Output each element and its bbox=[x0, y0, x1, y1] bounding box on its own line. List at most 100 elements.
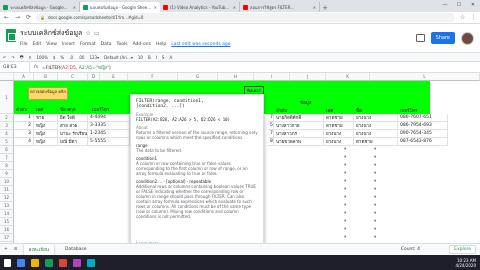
toolbar-item[interactable]: .00 bbox=[78, 55, 84, 60]
dropdown-arrow-icon[interactable]: ▾ bbox=[344, 155, 346, 160]
browser-tab[interactable]: ระบบเคลิกซ์ส่งข้อมูล - Google... ✕ bbox=[0, 2, 80, 12]
dropdown-arrow-icon[interactable]: ▾ bbox=[344, 203, 346, 208]
new-tab-icon[interactable]: + bbox=[320, 4, 330, 12]
dropdown-arrow-icon[interactable]: ▾ bbox=[374, 187, 376, 192]
column-header[interactable]: K bbox=[326, 73, 370, 81]
table-cell[interactable]: 5-5555 bbox=[88, 138, 130, 146]
menu-dots-icon[interactable]: ⋮ bbox=[470, 14, 477, 21]
dropdown-arrow-icon[interactable]: ▾ bbox=[374, 235, 376, 240]
close-icon[interactable]: ✕ bbox=[466, 0, 480, 10]
all-sheets-button[interactable]: ≡ bbox=[14, 247, 18, 252]
toolbar-item[interactable]: ⚲ bbox=[29, 55, 32, 60]
toolbar-item[interactable]: 100% bbox=[36, 55, 47, 60]
column-header[interactable]: A bbox=[14, 73, 34, 81]
toolbar-item[interactable]: 123▾ bbox=[89, 55, 99, 60]
table-cell[interactable]: 087-6543-876 bbox=[398, 138, 448, 146]
toolbar-item[interactable]: .0 bbox=[69, 55, 73, 60]
table-cell[interactable]: ยางนาง bbox=[324, 130, 354, 138]
share-button[interactable]: Share bbox=[430, 32, 455, 44]
star-icon[interactable]: ☆ bbox=[85, 30, 90, 37]
bookmark-star-icon[interactable]: ☆ bbox=[459, 14, 466, 21]
row-header[interactable]: 15 bbox=[0, 218, 14, 226]
dropdown-arrow-icon[interactable]: ▾ bbox=[374, 227, 376, 232]
table-cell[interactable]: มณี มีตา bbox=[58, 138, 88, 146]
dropdown-arrow-icon[interactable]: ▾ bbox=[344, 187, 346, 192]
sheets-logo-icon[interactable] bbox=[6, 29, 16, 42]
forward-icon[interactable]: → bbox=[14, 14, 21, 21]
dropdown-arrow-icon[interactable]: ▾ bbox=[344, 235, 346, 240]
column-header[interactable]: L bbox=[370, 73, 480, 81]
tab-close-icon[interactable]: ✕ bbox=[233, 5, 236, 10]
table-cell[interactable]: ยางนาง bbox=[354, 114, 398, 122]
add-sheet-button[interactable]: + bbox=[4, 247, 8, 252]
dropdown-arrow-icon[interactable]: ▾ bbox=[374, 147, 376, 152]
name-box[interactable]: G8:E3 bbox=[0, 61, 30, 73]
toolbar-item[interactable]: 10 bbox=[138, 55, 143, 60]
table-cell[interactable]: 090-7654-345 bbox=[398, 130, 448, 138]
dropdown-arrow-icon[interactable]: ▾ bbox=[344, 163, 346, 168]
taskbar-app-icon[interactable] bbox=[59, 258, 67, 267]
browser-tab[interactable]: สอนการใช้สูตร FILTER... ✕ bbox=[240, 2, 320, 12]
last-edit-link[interactable]: Last edit was seconds ago bbox=[171, 42, 230, 47]
column-header[interactable]: F bbox=[128, 73, 178, 81]
back-icon[interactable]: ← bbox=[3, 14, 10, 21]
dropdown-arrow-icon[interactable]: ▾ bbox=[344, 179, 346, 184]
toolbar-item[interactable]: Default (Ari...▾ bbox=[104, 55, 133, 60]
table-cell[interactable]: ยางนาง bbox=[354, 130, 398, 138]
row-header[interactable]: 3 bbox=[0, 122, 14, 130]
column-header[interactable]: D bbox=[88, 73, 100, 81]
table-cell[interactable]: หญิง bbox=[34, 130, 58, 138]
toolbar-item[interactable]: 🖶 bbox=[20, 54, 24, 61]
menu-format[interactable]: Format bbox=[80, 42, 96, 47]
dropdown-arrow-icon[interactable]: ▾ bbox=[374, 203, 376, 208]
minimize-icon[interactable]: — bbox=[438, 0, 452, 10]
table-cell[interactable]: หญิง bbox=[34, 122, 58, 130]
row-header[interactable]: 2 bbox=[0, 114, 14, 122]
table-cell[interactable]: หญิง bbox=[34, 138, 58, 146]
column-header[interactable]: G bbox=[178, 73, 218, 81]
url-input[interactable]: 🔒 docs.google.com/spreadsheets/d/1Ym...#… bbox=[36, 13, 455, 22]
menu-help[interactable]: Help bbox=[156, 42, 166, 47]
dropdown-arrow-icon[interactable]: ▾ bbox=[344, 219, 346, 224]
check-data-button[interactable]: ตรวจสอบข้อมูล คลิก bbox=[28, 87, 68, 100]
tab-close-icon[interactable]: ✕ bbox=[73, 5, 76, 10]
dropdown-arrow-icon[interactable]: ▾ bbox=[374, 219, 376, 224]
dropdown-arrow-icon[interactable]: ▾ bbox=[374, 163, 376, 168]
row-header[interactable]: 13 bbox=[0, 202, 14, 210]
table-cell[interactable]: 1 bbox=[14, 114, 34, 122]
toolbar-item[interactable]: A bbox=[169, 55, 172, 60]
table-cell[interactable]: 3 bbox=[14, 130, 34, 138]
table-cell[interactable]: 4-4494 bbox=[88, 114, 130, 122]
menu-insert[interactable]: Insert bbox=[62, 42, 75, 47]
row-header[interactable]: 16 bbox=[0, 226, 14, 234]
tab-close-icon[interactable]: ✕ bbox=[154, 5, 157, 10]
row-header[interactable]: 1 bbox=[0, 81, 14, 114]
toolbar-item[interactable]: $ bbox=[53, 55, 56, 60]
row-header[interactable]: 7 bbox=[0, 154, 14, 162]
table-cell[interactable]: นางสาวภร bbox=[274, 130, 324, 138]
sum-indicator[interactable]: Count: 4 bbox=[401, 247, 420, 252]
column-header[interactable]: H bbox=[218, 73, 254, 81]
row-header[interactable]: 4 bbox=[0, 130, 14, 138]
dropdown-arrow-icon[interactable]: ▾ bbox=[344, 195, 346, 200]
dropdown-arrow-icon[interactable]: ▾ bbox=[344, 211, 346, 216]
table-cell[interactable]: 4 bbox=[14, 138, 34, 146]
table-cell[interactable]: 1-2345 bbox=[88, 130, 130, 138]
menu-file[interactable]: File bbox=[20, 42, 28, 47]
menu-data[interactable]: Data bbox=[101, 42, 112, 47]
table-cell[interactable]: 2 bbox=[14, 122, 34, 130]
table-cell[interactable]: ดาดชาย bbox=[354, 138, 398, 146]
row-header[interactable]: 12 bbox=[0, 194, 14, 202]
maximize-icon[interactable]: ☐ bbox=[452, 0, 466, 10]
toolbar-item[interactable]: % bbox=[60, 55, 64, 60]
folder-icon[interactable]: ▭ bbox=[94, 30, 100, 37]
browser-tab[interactable]: (1) Video Analytics - YouTub... ✕ bbox=[160, 2, 240, 12]
table-cell[interactable]: มานะ รักเรียน bbox=[58, 130, 88, 138]
comments-icon[interactable] bbox=[415, 34, 425, 42]
dropdown-arrow-icon[interactable]: ▾ bbox=[344, 227, 346, 232]
dropdown-arrow-icon[interactable]: ▾ bbox=[374, 211, 376, 216]
column-header[interactable]: I bbox=[254, 73, 290, 81]
taskbar-app-icon[interactable] bbox=[73, 258, 81, 267]
table-cell[interactable]: นายกิตติศักดิ์ bbox=[274, 114, 324, 122]
table-cell[interactable]: ชาย bbox=[34, 114, 58, 122]
